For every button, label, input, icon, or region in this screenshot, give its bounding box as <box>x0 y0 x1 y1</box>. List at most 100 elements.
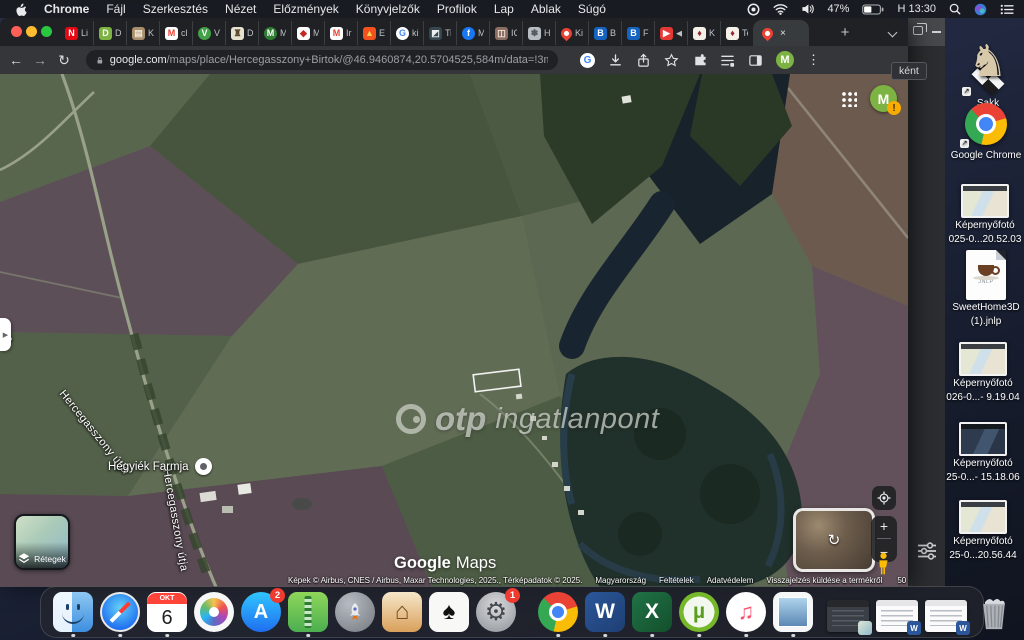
dock-app-store[interactable]: A2 <box>241 592 281 632</box>
pegman-street-view[interactable] <box>876 552 891 581</box>
menu-item-könyvjelzők[interactable]: Könyvjelzők <box>356 2 420 16</box>
volume-icon[interactable] <box>801 3 814 15</box>
attribution-link[interactable]: Feltételek <box>659 576 694 585</box>
reload-button[interactable]: ↻ <box>52 52 76 69</box>
tab-search-chevron-icon[interactable] <box>888 29 896 37</box>
place-label-farm[interactable]: Hegyiék Farmja <box>108 458 212 475</box>
dock-sweethome3d[interactable]: ⌂ <box>382 592 422 632</box>
dock-word[interactable]: W <box>585 592 625 632</box>
menu-item-súgó[interactable]: Súgó <box>578 2 606 16</box>
menu-item-chrome[interactable]: Chrome <box>44 2 89 16</box>
bookmark-star-icon[interactable] <box>664 53 679 68</box>
browser-tab[interactable]: ◩Ti <box>423 21 456 45</box>
active-tab[interactable]: × <box>753 20 809 46</box>
desktop-icon-k-perny-fot-[interactable]: Képernyőfotó026-0...- 9.19.04 <box>943 342 1023 404</box>
menu-item-lap[interactable]: Lap <box>494 2 514 16</box>
dock-min-window[interactable]: W <box>925 592 967 632</box>
dock-excel[interactable]: X <box>632 592 672 632</box>
wifi-icon[interactable] <box>773 3 788 15</box>
browser-tab[interactable]: MM <box>258 21 291 45</box>
satellite-imagery[interactable] <box>0 74 908 587</box>
browser-tab[interactable]: BFI <box>621 21 654 45</box>
browser-tab[interactable]: ♜D <box>225 21 258 45</box>
desktop-icon-k-perny-fot-[interactable]: Képernyőfotó25-0...20.56.44 <box>943 500 1023 562</box>
browser-tab[interactable]: Mcl <box>159 21 192 45</box>
menu-item-nézet[interactable]: Nézet <box>225 2 256 16</box>
menu-item-előzmények[interactable]: Előzmények <box>273 2 338 16</box>
desktop-icon-sakk[interactable]: ♞↗Sakk <box>948 34 1024 110</box>
control-center-icon[interactable] <box>1000 4 1014 15</box>
apple-menu-icon[interactable] <box>14 2 27 17</box>
minimize-window-icon[interactable] <box>932 31 941 33</box>
window-zoom-button[interactable] <box>41 26 52 37</box>
layers-button[interactable]: Rétegek <box>14 514 70 570</box>
background-window-edge[interactable] <box>908 18 945 587</box>
google-maps-canvas[interactable]: Hercegasszony útja Hercegasszony útja He… <box>0 74 908 587</box>
filters-icon[interactable] <box>916 540 938 567</box>
menu-item-szerkesztés[interactable]: Szerkesztés <box>143 2 208 16</box>
google-account-icon[interactable]: G <box>580 53 595 68</box>
zoom-in-button[interactable]: + <box>880 518 888 534</box>
window-close-button[interactable] <box>11 26 22 37</box>
dock-min-window[interactable] <box>827 592 869 632</box>
dock-music[interactable]: ♫ <box>726 592 766 632</box>
desktop-icon-sweethome3d[interactable]: JNLPSweetHome3D(1).jnlp <box>946 250 1024 328</box>
menu-item-profilok[interactable]: Profilok <box>437 2 477 16</box>
dock-calendar[interactable]: OKT6 <box>147 592 187 632</box>
dock-launcher[interactable] <box>335 592 375 632</box>
side-panel-icon[interactable] <box>748 53 763 68</box>
place-pin-icon[interactable] <box>195 458 212 475</box>
browser-tab[interactable]: Ki <box>555 21 588 45</box>
browser-tab[interactable]: Gki <box>390 21 423 45</box>
browser-tab[interactable]: MIr <box>324 21 357 45</box>
desktop-icon-google-chrome[interactable]: ↗Google Chrome <box>946 100 1024 162</box>
profile-avatar[interactable]: M <box>776 51 794 69</box>
google-apps-grid-icon[interactable] <box>840 90 857 107</box>
battery-icon[interactable] <box>862 4 884 15</box>
attribution-link[interactable]: Magyarország <box>595 576 646 585</box>
photo-preview-thumbnail[interactable]: ↻ <box>793 508 875 572</box>
menu-item-fájl[interactable]: Fájl <box>106 2 125 16</box>
address-bar[interactable]: google.com/maps/place/Hercegasszony+Birt… <box>86 50 558 70</box>
browser-tab[interactable]: DD <box>93 21 126 45</box>
dock-chrome[interactable] <box>538 592 578 632</box>
browser-tab[interactable]: ◫IC <box>489 21 522 45</box>
menubar-clock[interactable]: H 13:30 <box>897 3 936 15</box>
dock-unarchiver[interactable] <box>288 592 328 632</box>
side-panel-expand-button[interactable]: ▶ <box>0 318 11 351</box>
browser-tab[interactable]: ▶◀◀ <box>654 21 687 45</box>
forward-button[interactable]: → <box>28 52 52 68</box>
window-minimize-button[interactable] <box>26 26 37 37</box>
back-button[interactable]: ← <box>4 52 28 68</box>
browser-tab[interactable]: ◆M <box>291 21 324 45</box>
dock-photos[interactable] <box>194 592 234 632</box>
tab-close-icon[interactable]: × <box>780 28 786 39</box>
new-tab-button[interactable]: + <box>836 23 854 41</box>
attribution-link[interactable]: Adatvédelem <box>707 576 754 585</box>
extensions-icon[interactable] <box>692 53 707 68</box>
desktop-icon-k-perny-fot-[interactable]: Képernyőfotó025-0...20.52.03 <box>945 184 1024 246</box>
browser-tab[interactable]: ♦Te <box>720 21 753 45</box>
dock-utorrent[interactable]: µ <box>679 592 719 632</box>
spotlight-icon[interactable] <box>949 3 961 15</box>
menu-item-ablak[interactable]: Ablak <box>531 2 561 16</box>
browser-menu-icon[interactable]: ⋮ <box>807 52 820 68</box>
dock-settings[interactable]: ⚙1 <box>476 592 516 632</box>
siri-icon[interactable] <box>974 3 987 16</box>
install-app-icon[interactable] <box>608 53 623 68</box>
browser-tab[interactable]: VV <box>192 21 225 45</box>
status-app-icon[interactable] <box>747 3 760 16</box>
dock-min-window[interactable]: W <box>876 592 918 632</box>
dock-safari[interactable] <box>100 592 140 632</box>
desktop-icon-k-perny-fot-[interactable]: Képernyőfotó25-0...- 15.18.06 <box>943 422 1023 484</box>
dock-mail[interactable] <box>773 592 813 632</box>
dock-finder[interactable] <box>53 592 93 632</box>
browser-tab[interactable]: ▤K <box>126 21 159 45</box>
tab-groups-icon[interactable] <box>720 53 735 68</box>
dock-card-game[interactable]: ♠ <box>429 592 469 632</box>
my-location-button[interactable] <box>872 486 896 510</box>
restore-window-icon[interactable] <box>913 26 923 35</box>
browser-tab[interactable]: ✽H <box>522 21 555 45</box>
browser-tab[interactable]: BB. <box>588 21 621 45</box>
attribution-link[interactable]: Visszajelzés küldése a termékről <box>766 576 882 585</box>
